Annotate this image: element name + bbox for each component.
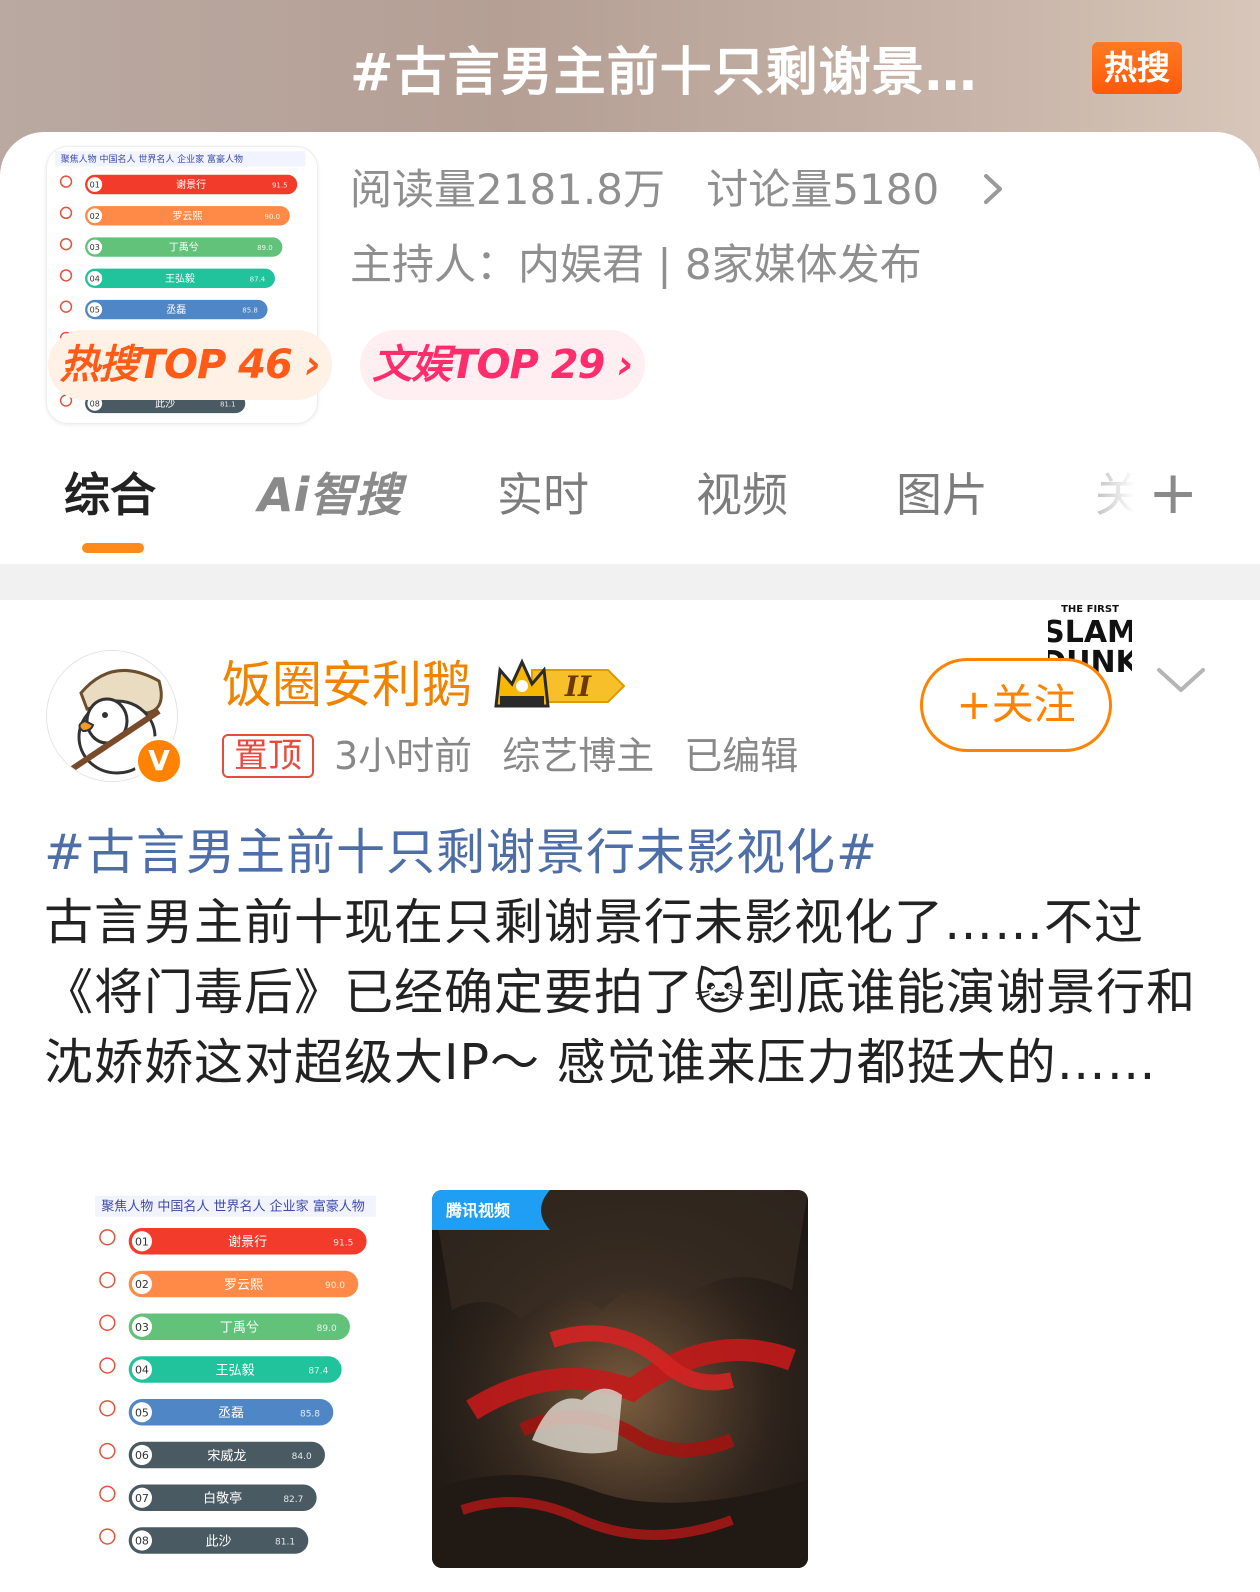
rank-medal-icon [99, 1271, 116, 1289]
rank-score: 84.0 [292, 1452, 312, 1462]
post-time: 3小时前 [334, 734, 473, 778]
rank-name: 白敬亭 [203, 1491, 242, 1507]
tab-images[interactable]: 图片 [896, 455, 988, 535]
chevron-down-icon[interactable] [1155, 660, 1207, 700]
rank-score: 90.0 [325, 1281, 345, 1291]
rank-number: 01 [135, 1235, 149, 1248]
discussion-count: 讨论量5180 [706, 165, 940, 214]
rank-score: 82.7 [283, 1495, 303, 1505]
rank-medal-icon [99, 1357, 116, 1374]
rank-score: 91.5 [333, 1238, 353, 1248]
rank-name: 罗云熙 [224, 1278, 263, 1293]
rank-name: 谢景行 [228, 1234, 267, 1250]
tab-fade-overlay [1050, 455, 1150, 545]
hot-search-rank-pill[interactable]: 热搜TOP 46 › [48, 330, 332, 400]
rank-number: 02 [90, 212, 100, 221]
rank-medal-icon [99, 1442, 116, 1460]
rank-name: 宋威龙 [207, 1449, 246, 1464]
rank-number: 04 [135, 1364, 149, 1377]
verified-badge-icon: V [134, 736, 184, 786]
red-horse-painting-image: 腾讯视频 [432, 1190, 808, 1568]
rank-score: 87.4 [308, 1367, 328, 1377]
vip-crown-badge-icon: II [492, 656, 628, 712]
read-count: 阅读量2181.8万 [350, 165, 665, 214]
rank-number: 01 [90, 181, 100, 190]
rank-score: 81.1 [275, 1538, 295, 1548]
section-separator [0, 564, 1260, 600]
rank-medal-icon [99, 1400, 116, 1417]
ranking-header-text: 聚焦人物 中国名人 世界名人 企业家 富豪人物 [61, 153, 243, 165]
topic-host[interactable]: 主持人：内娱君 | 8家媒体发布 [350, 235, 922, 295]
tencent-video-logo-text: 腾讯视频 [446, 1201, 510, 1220]
post-image-ranking[interactable]: 聚焦人物 中国名人 世界名人 企业家 富豪人物 01 谢景行 91.5 02 罗云熙 90.… [86, 1190, 391, 1570]
add-tab-icon[interactable]: + [1148, 455, 1198, 535]
svg-text:THE FIRST: THE FIRST [1061, 604, 1119, 615]
rank-score: 90.0 [265, 213, 281, 221]
rank-score: 87.4 [250, 275, 266, 283]
active-tab-indicator [82, 543, 144, 553]
rank-number: 08 [135, 1535, 149, 1548]
rank-medal-icon [99, 1528, 116, 1545]
hot-search-badge: 热搜 [1092, 42, 1182, 94]
rank-number: 02 [135, 1278, 149, 1291]
rank-name: 罗云熙 [172, 210, 202, 222]
ranking-header-text: 聚焦人物 中国名人 世界名人 企业家 富豪人物 [101, 1199, 365, 1215]
topic-stats[interactable]: 阅读量2181.8万 讨论量5180 [350, 160, 967, 220]
rank-name: 丁禹兮 [220, 1321, 259, 1336]
username[interactable]: 饭圈安利鹅 [222, 650, 472, 720]
rank-name: 丞磊 [218, 1406, 244, 1421]
rank-number: 03 [135, 1321, 149, 1334]
tab-realtime[interactable]: 实时 [497, 455, 589, 535]
rank-medal-icon [59, 300, 73, 313]
rank-name: 谢景行 [176, 178, 206, 191]
post-text: #古言男主前十只剩谢景行未影视化# 古言男主前十现在只剩谢景行未影视化了……不过… [44, 818, 1219, 1098]
tab-ai-search[interactable]: Ai智搜 [258, 455, 401, 535]
rank-name: 丁禹兮 [169, 241, 199, 254]
rank-number: 05 [135, 1406, 149, 1419]
topic-title: #古言男主前十只剩谢景… [350, 43, 978, 103]
edited-label[interactable]: 已编辑 [684, 734, 798, 778]
rank-medal-icon [59, 269, 73, 282]
rank-number: 07 [135, 1492, 149, 1505]
rank-name: 王弘毅 [216, 1362, 255, 1378]
rank-score: 81.1 [220, 401, 236, 409]
rank-number: 08 [90, 400, 100, 409]
rank-number: 04 [90, 274, 100, 283]
rank-number: 03 [90, 243, 100, 252]
post-meta: 置顶 3小时前 综艺博主 已编辑 [222, 728, 798, 784]
rank-name: 王弘毅 [165, 272, 195, 285]
post-hashtag[interactable]: #古言男主前十只剩谢景行未影视化# [44, 818, 1219, 888]
rank-score: 89.0 [317, 1324, 337, 1334]
post-image-poster[interactable]: 腾讯视频 [432, 1190, 808, 1568]
rank-score: 85.8 [242, 307, 258, 315]
rank-number: 06 [135, 1449, 149, 1462]
rank-name: 此沙 [205, 1534, 231, 1549]
chevron-right-icon[interactable] [978, 166, 1008, 212]
pinned-tag: 置顶 [222, 733, 314, 778]
rank-number: 05 [90, 306, 100, 315]
rank-name: 丞磊 [166, 304, 186, 316]
ranking-chart-image: 聚焦人物 中国名人 世界名人 企业家 富豪人物 01 谢景行 91.5 02 罗云熙 90.… [95, 1195, 376, 1554]
follow-button[interactable]: +关注 [920, 658, 1112, 752]
rank-score: 91.5 [272, 182, 288, 190]
rank-score: 85.8 [300, 1409, 320, 1419]
tab-general[interactable]: 综合 [64, 455, 156, 535]
rank-medal-icon [99, 1485, 116, 1502]
user-category: 综艺博主 [502, 734, 655, 778]
cat-emoji-icon: 🐱 [694, 964, 747, 1021]
rank-medal-icon [59, 237, 73, 251]
tab-bar: 综合 Ai智搜 实时 视频 图片 关 + [0, 455, 1260, 555]
rank-medal-icon [99, 1229, 116, 1246]
tab-video[interactable]: 视频 [696, 455, 788, 535]
rank-medal-icon [59, 175, 73, 188]
level-badge-text: II [564, 670, 592, 703]
rank-medal-icon [59, 206, 73, 220]
rank-medal-icon [99, 1314, 116, 1331]
rank-score: 89.0 [257, 244, 273, 252]
hot-topic-page: #古言男主前十只剩谢景… 热搜 聚焦人物 中国名人 世界名人 企业家 富豪人物 0… [0, 0, 1260, 1592]
entertainment-rank-pill[interactable]: 文娱TOP 29 › [360, 330, 645, 400]
